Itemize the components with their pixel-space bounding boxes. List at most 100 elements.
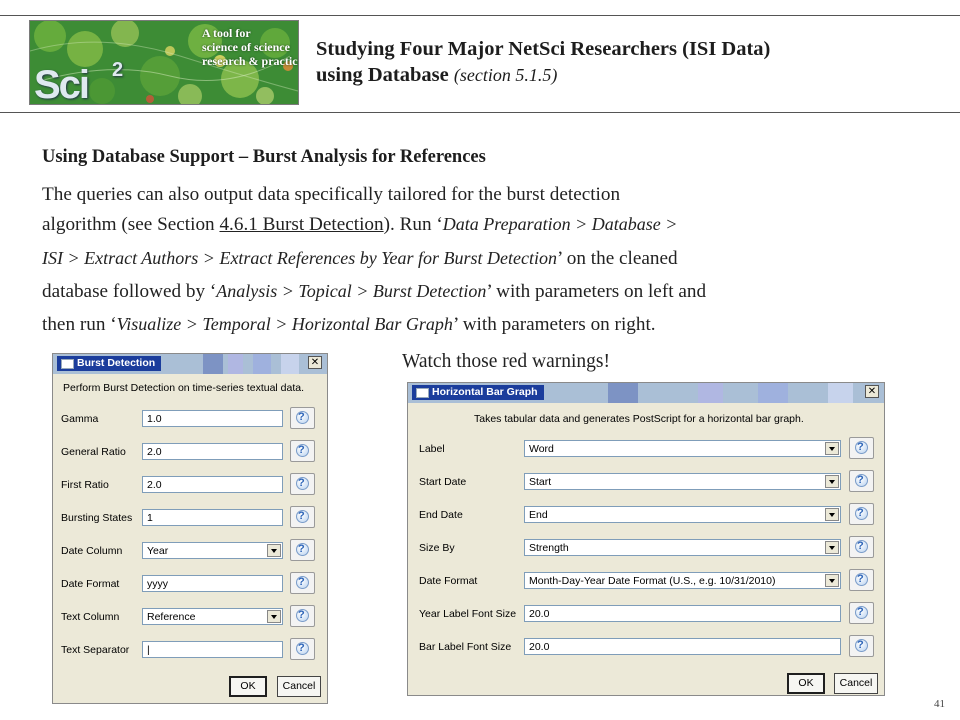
date-format-select[interactable]: Month-Day-Year Date Format (U.S., e.g. 1… [524,572,841,589]
burst-detection-dialog: Burst Detection ✕ Perform Burst Detectio… [52,353,328,704]
page-number: 41 [934,698,945,710]
menu-path: Analysis > Topical > Burst Detection [216,281,487,301]
dialog-title-bar[interactable]: Burst Detection ✕ [53,354,327,374]
para-text: database followed by ‘ [42,281,217,302]
bar-label-font-size-input[interactable]: 20.0 [524,638,841,655]
paragraph-line-2: algorithm (see Section 4.6.1 Burst Detec… [42,214,677,236]
paragraph-line-1: The queries can also output data specifi… [42,184,621,205]
start-date-value: Start [529,476,552,488]
para-text: ’ with parameters on right. [452,314,656,335]
chevron-down-icon[interactable] [825,442,839,455]
label-field-label: Label [419,443,445,455]
chevron-down-icon[interactable] [825,475,839,488]
end-date-select[interactable]: End [524,506,841,523]
start-date-help-icon[interactable] [849,470,874,492]
ok-button[interactable]: OK [787,673,825,694]
title-section-ref: (section 5.1.5) [453,65,558,85]
date-format-label: Date Format [61,578,120,590]
dialog-description: Takes tabular data and generates PostScr… [474,413,804,425]
gamma-label: Gamma [61,413,99,425]
date-format-help-icon[interactable] [849,569,874,591]
size-by-help-icon[interactable] [849,536,874,558]
logo-wordmark: Sci [34,63,90,105]
paragraph-line-3: ISI > Extract Authors > Extract Referenc… [42,248,678,270]
chevron-down-icon[interactable] [825,574,839,587]
text-column-help-icon[interactable] [290,605,315,627]
menu-path: ISI > Extract Authors > Extract Referenc… [42,248,558,268]
burst-detection-link[interactable]: 4.6.1 Burst Detection [219,214,383,235]
logo-tagline-2: science of science [202,40,290,54]
dialog-description: Perform Burst Detection on time-series t… [63,382,305,394]
end-date-help-icon[interactable] [849,503,874,525]
chevron-down-icon[interactable] [267,610,281,623]
paragraph-line-5: then run ‘Visualize > Temporal > Horizon… [42,314,656,336]
text-column-label: Text Column [61,611,120,623]
menu-path: Visualize > Temporal > Horizontal Bar Gr… [116,314,453,334]
first-ratio-help-icon[interactable] [290,473,315,495]
para-text: ). Run ‘ [383,214,443,235]
year-label-font-size-help-icon[interactable] [849,602,874,624]
para-text: algorithm (see Section [42,214,220,235]
para-text: ’ with parameters on left and [486,281,707,302]
text-separator-input[interactable]: | [142,641,283,658]
title-main-part: using Database [316,64,449,86]
bar-label-font-size-label: Bar Label Font Size [419,641,512,653]
label-help-icon[interactable] [849,437,874,459]
date-column-help-icon[interactable] [290,539,315,561]
general-ratio-input[interactable]: 2.0 [142,443,283,460]
size-by-value: Strength [529,542,569,554]
close-icon[interactable]: ✕ [308,356,322,369]
dialog-title-text: Burst Detection [77,357,156,369]
start-date-label: Start Date [419,476,467,488]
date-format-input[interactable]: yyyy [142,575,283,592]
warning-note: Watch those red warnings! [402,351,610,372]
date-format-help-icon[interactable] [290,572,315,594]
horizontal-bar-graph-dialog: Horizontal Bar Graph ✕ Takes tabular dat… [407,382,885,696]
cancel-button[interactable]: Cancel [834,673,878,694]
gamma-input[interactable]: 1.0 [142,410,283,427]
bursting-states-input[interactable]: 1 [142,509,283,526]
dialog-title-bar[interactable]: Horizontal Bar Graph ✕ [408,383,884,403]
chevron-down-icon[interactable] [267,544,281,557]
header-bottom-rule [0,112,960,113]
chevron-down-icon[interactable] [825,541,839,554]
label-value: Word [529,443,554,455]
header-top-rule [0,15,960,16]
logo-superscript: 2 [112,59,124,81]
dialog-title: Horizontal Bar Graph [412,385,544,400]
general-ratio-label: General Ratio [61,446,126,458]
close-icon[interactable]: ✕ [865,385,879,398]
para-text: ’ on the cleaned [557,248,678,269]
slide-title-line-1: Studying Four Major NetSci Researchers (… [316,38,771,60]
first-ratio-label: First Ratio [61,479,109,491]
gamma-help-icon[interactable] [290,407,315,429]
text-column-select[interactable]: Reference [142,608,283,625]
general-ratio-help-icon[interactable] [290,440,315,462]
slide-title-line-2: using Database (section 5.1.5) [316,64,557,87]
text-separator-help-icon[interactable] [290,638,315,660]
section-subheading: Using Database Support – Burst Analysis … [42,147,486,167]
label-select[interactable]: Word [524,440,841,457]
text-separator-label: Text Separator [61,644,130,656]
window-icon [416,388,429,398]
dialog-title-text: Horizontal Bar Graph [432,386,538,398]
bursting-states-label: Bursting States [61,512,133,524]
date-column-select[interactable]: Year [142,542,283,559]
start-date-select[interactable]: Start [524,473,841,490]
bursting-states-help-icon[interactable] [290,506,315,528]
logo-tagline-1: A tool for [202,26,251,40]
text-column-value: Reference [147,611,196,623]
dialog-title: Burst Detection [57,356,162,371]
size-by-select[interactable]: Strength [524,539,841,556]
bar-label-font-size-help-icon[interactable] [849,635,874,657]
year-label-font-size-input[interactable]: 20.0 [524,605,841,622]
first-ratio-input[interactable]: 2.0 [142,476,283,493]
date-format-value: Month-Day-Year Date Format (U.S., e.g. 1… [529,575,776,587]
ok-button[interactable]: OK [229,676,267,697]
date-format-label: Date Format [419,575,478,587]
chevron-down-icon[interactable] [825,508,839,521]
sci2-logo: A tool for science of science research &… [29,20,299,105]
date-column-label: Date Column [61,545,123,557]
paragraph-line-4: database followed by ‘Analysis > Topical… [42,281,706,303]
cancel-button[interactable]: Cancel [277,676,321,697]
